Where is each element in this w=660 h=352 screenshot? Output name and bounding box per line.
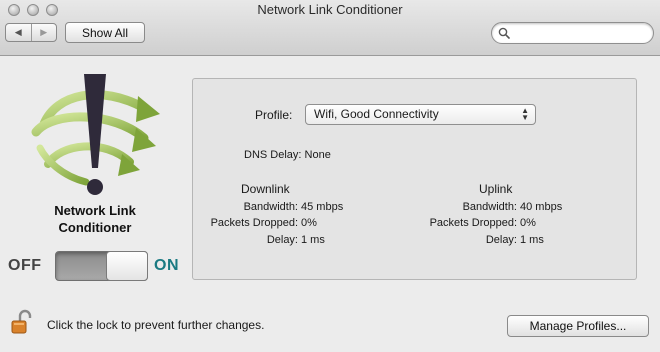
network-link-conditioner-logo-icon <box>31 74 160 195</box>
downlink-bandwidth-label: Bandwidth: <box>243 201 298 213</box>
switch-on-label: ON <box>154 257 179 274</box>
lock-message: Click the lock to prevent further change… <box>47 318 265 332</box>
downlink-packets-value: 0% <box>301 217 317 229</box>
profile-select-value: Wifi, Good Connectivity <box>314 107 439 121</box>
uplink-packets-label: Packets Dropped: <box>429 217 517 229</box>
window-title: Network Link Conditioner <box>257 2 403 17</box>
switch-off-label: OFF <box>8 257 42 274</box>
app-name-line1: Network Link <box>54 203 136 218</box>
toggle-knob[interactable] <box>106 251 148 281</box>
manage-profiles-button[interactable]: Manage Profiles... <box>507 315 649 337</box>
lock-icon[interactable] <box>10 309 32 335</box>
window-toolbar: Network Link Conditioner ◀ ▶ Show All <box>0 0 660 56</box>
app-name: Network Link Conditioner <box>30 202 160 236</box>
app-name-line2: Conditioner <box>58 220 132 235</box>
popup-arrows-icon: ▲ ▼ <box>521 106 529 122</box>
uplink-delay-label: Delay: <box>485 234 517 246</box>
forward-arrow-icon[interactable]: ▶ <box>30 24 57 41</box>
downlink-header: Downlink <box>241 182 290 196</box>
show-all-button[interactable]: Show All <box>65 22 145 43</box>
back-arrow-icon[interactable]: ◀ <box>6 24 31 41</box>
downlink-bandwidth-value: 45 mbps <box>301 201 344 213</box>
uplink-bandwidth-label: Bandwidth: <box>462 201 517 213</box>
downlink-packets-label: Packets Dropped: <box>210 217 298 229</box>
search-input[interactable] <box>491 22 654 44</box>
uplink-packets-value: 0% <box>520 217 536 229</box>
uplink-header: Uplink <box>479 182 513 196</box>
uplink-bandwidth-value: 40 mbps <box>520 201 563 213</box>
downlink-delay-value: 1 ms <box>301 234 325 246</box>
on-off-toggle[interactable] <box>55 251 148 281</box>
uplink-delay-value: 1 ms <box>520 234 544 246</box>
search-icon <box>498 27 510 39</box>
profile-label: Profile: <box>255 108 293 122</box>
profile-select[interactable]: Wifi, Good Connectivity ▲ ▼ <box>305 104 536 125</box>
back-forward-control: ◀ ▶ <box>5 23 57 42</box>
downlink-delay-label: Delay: <box>266 234 298 246</box>
dns-delay-text: DNS Delay: None <box>244 149 331 161</box>
